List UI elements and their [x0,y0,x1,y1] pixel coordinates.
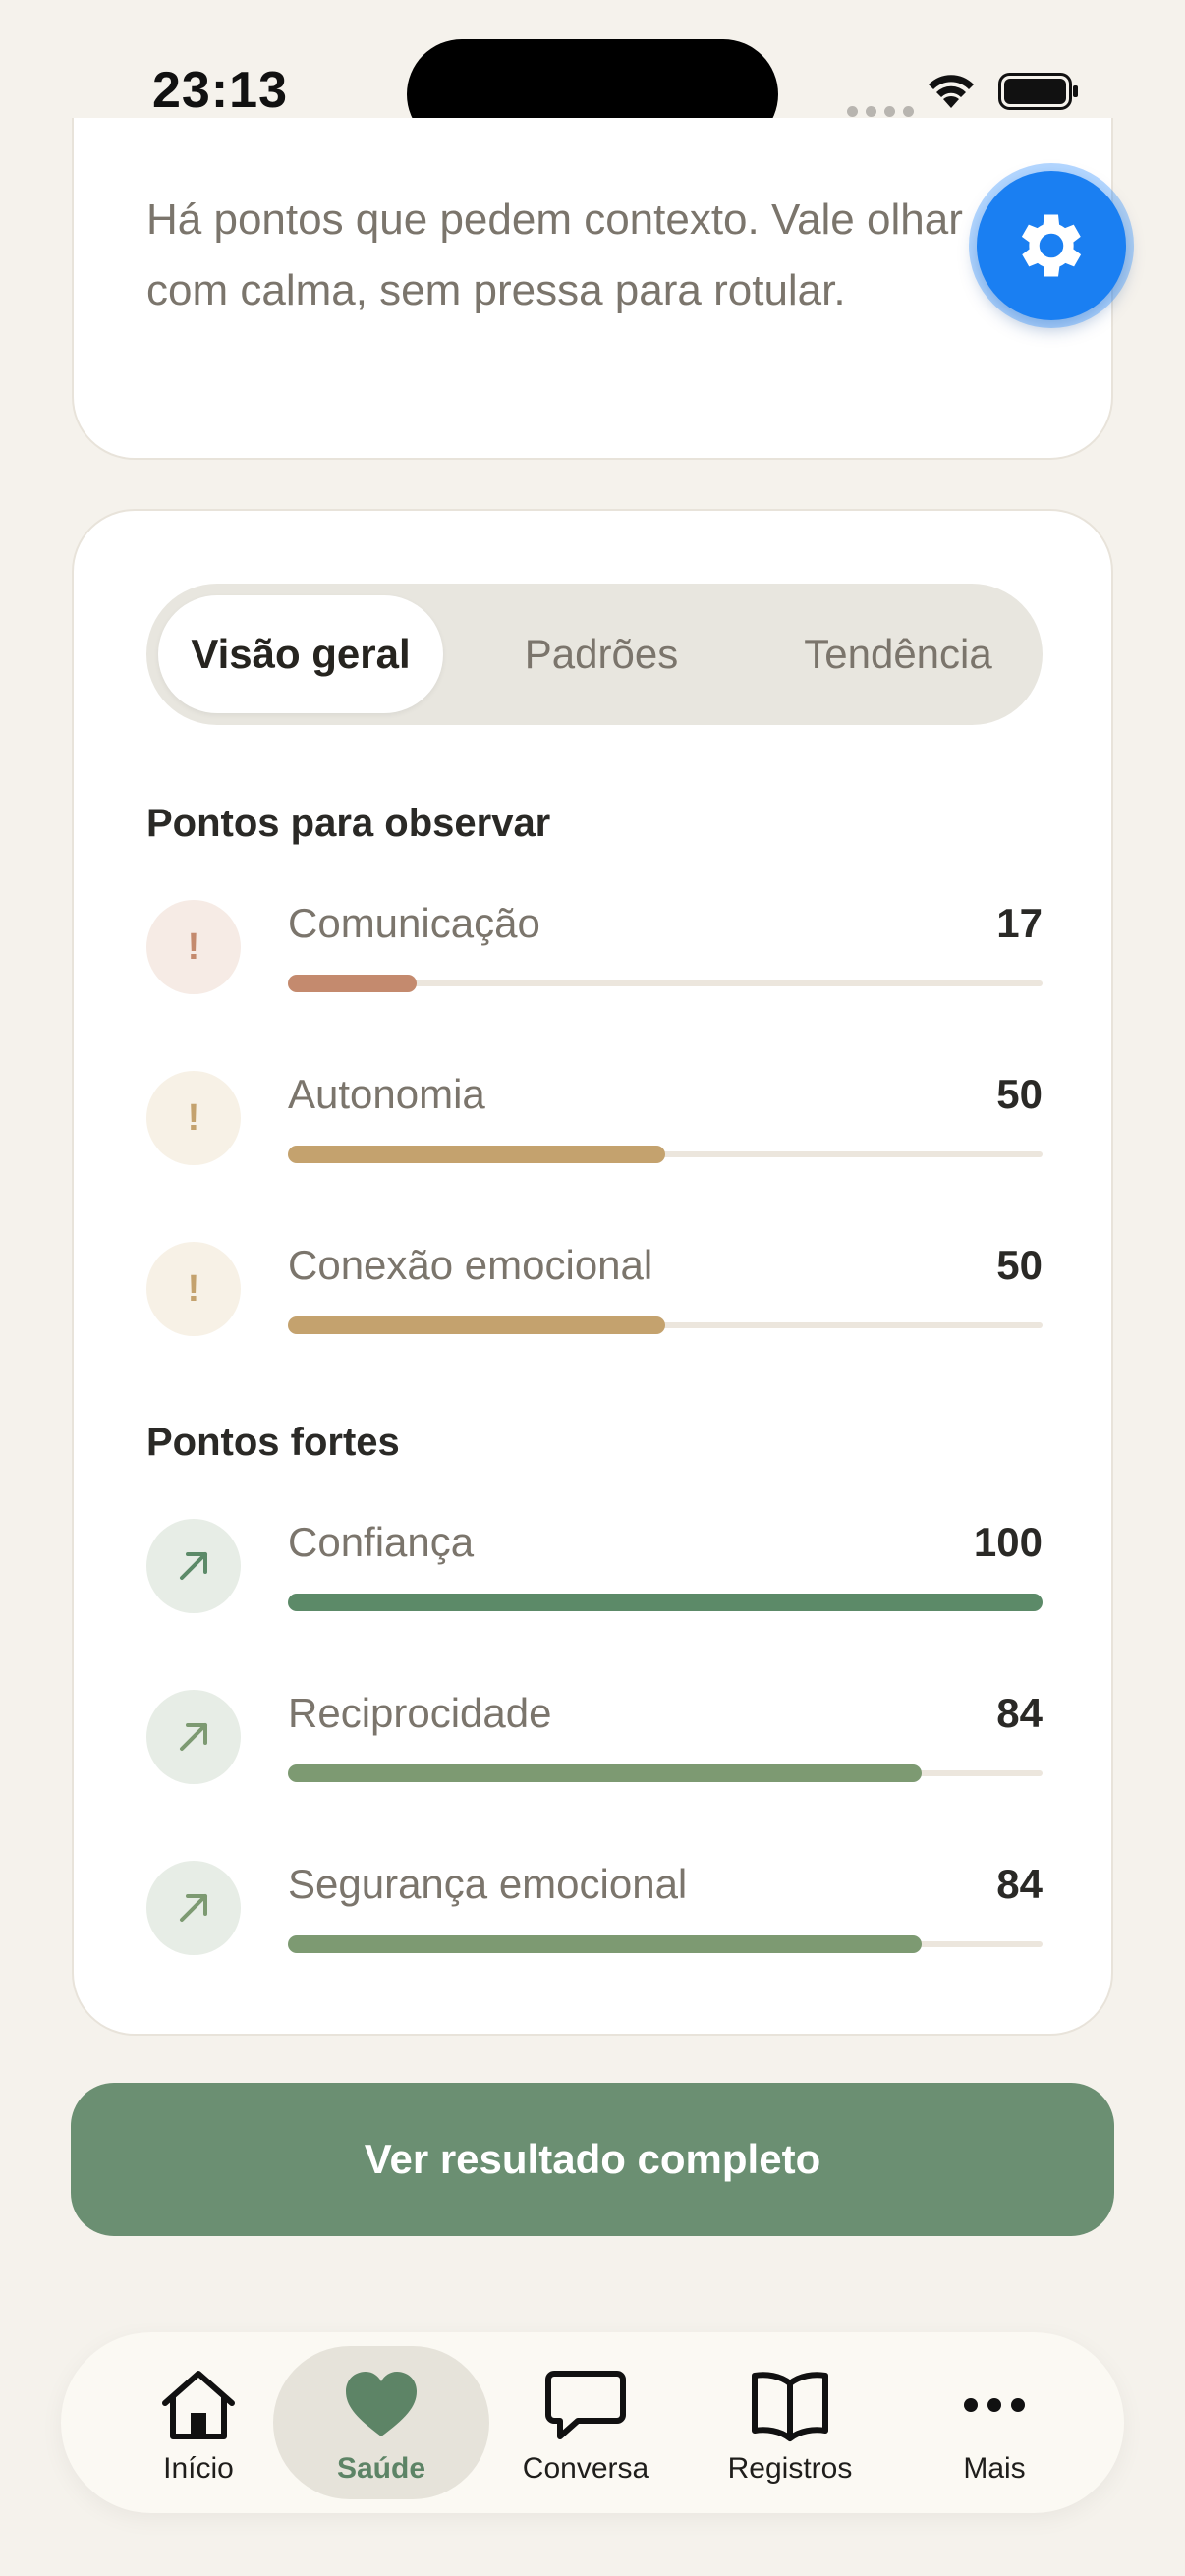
progress-fill [288,1146,665,1163]
settings-fab-button[interactable] [977,171,1126,320]
tab-visao-geral[interactable]: Visão geral [158,595,443,713]
strengths-section-title: Pontos fortes [146,1421,400,1464]
progress-fill [288,1935,923,1953]
more-dots-icon [964,2398,1025,2412]
observe-metric-label: Conexão emocional [288,1242,653,1288]
observe-metric-row: ! Conexão emocional 50 [146,1242,1043,1379]
progress-track [288,1594,1043,1611]
results-card: Visão geral Padrões Tendência Pontos par… [72,509,1113,2036]
observe-section-title: Pontos para observar [146,802,551,845]
arrow-up-right-icon [146,1519,241,1613]
progress-track [288,975,1043,992]
progress-fill [288,1764,923,1782]
observe-metric-row: ! Autonomia 50 [146,1071,1043,1208]
progress-track [288,1764,1043,1782]
home-icon [162,2371,235,2439]
nav-item-conversa[interactable]: Conversa [478,2346,694,2499]
exclamation-icon: ! [146,1242,241,1336]
view-tabs: Visão geral Padrões Tendência [146,584,1043,725]
observe-metric-label: Comunicação [288,900,540,946]
strength-metric-value: 100 [973,1519,1043,1565]
progress-fill [288,1316,665,1334]
bottom-nav: Início Saúde Conversa Registros Mais [61,2332,1124,2513]
observe-metric-value: 50 [996,1242,1043,1288]
nav-label-conversa: Conversa [522,2452,649,2485]
nav-label-inicio: Início [163,2452,234,2485]
strength-metric-row: Reciprocidade 84 [146,1690,1043,1827]
nav-item-mais[interactable]: Mais [886,2346,1102,2499]
nav-label-registros: Registros [727,2452,853,2485]
observe-metric-label: Autonomia [288,1071,485,1117]
chat-bubble-icon [545,2371,626,2439]
tab-padroes[interactable]: Padrões [459,595,744,713]
battery-icon [998,73,1078,110]
book-icon [752,2372,828,2441]
observe-metric-value: 50 [996,1071,1043,1117]
nav-label-saude: Saúde [336,2452,426,2485]
exclamation-icon: ! [146,1071,241,1165]
summary-card: Há pontos que pedem contexto. Vale olhar… [72,118,1113,460]
view-full-result-button[interactable]: Ver resultado completo [71,2083,1114,2236]
observe-metric-value: 17 [996,900,1043,946]
summary-text: Há pontos que pedem contexto. Vale olhar… [146,196,963,314]
progress-fill [288,975,417,992]
status-time: 23:13 [152,62,288,119]
nav-item-registros[interactable]: Registros [682,2346,898,2499]
strength-metric-value: 84 [996,1690,1043,1736]
strength-metric-label: Confiança [288,1519,475,1565]
heart-icon [346,2372,417,2436]
strength-metric-label: Segurança emocional [288,1861,688,1907]
observe-metric-row: ! Comunicação 17 [146,900,1043,1037]
progress-fill [288,1594,1043,1611]
strength-metric-label: Reciprocidade [288,1690,552,1736]
progress-track [288,1146,1043,1163]
nav-item-saude[interactable]: Saúde [273,2346,489,2499]
strength-metric-row: Confiança 100 [146,1519,1043,1656]
progress-track [288,1935,1043,1953]
wifi-icon [929,75,974,108]
signal-icon [847,106,914,117]
nav-label-mais: Mais [963,2452,1026,2485]
progress-track [288,1316,1043,1334]
arrow-up-right-icon [146,1861,241,1955]
tab-tendencia[interactable]: Tendência [756,595,1041,713]
screen: 23:13 Há pontos que pedem contexto. Vale… [0,0,1185,2576]
strength-metric-value: 84 [996,1861,1043,1907]
exclamation-icon: ! [146,900,241,994]
arrow-up-right-icon [146,1690,241,1784]
strength-metric-row: Segurança emocional 84 [146,1861,1043,1998]
gear-icon [1021,214,1082,277]
